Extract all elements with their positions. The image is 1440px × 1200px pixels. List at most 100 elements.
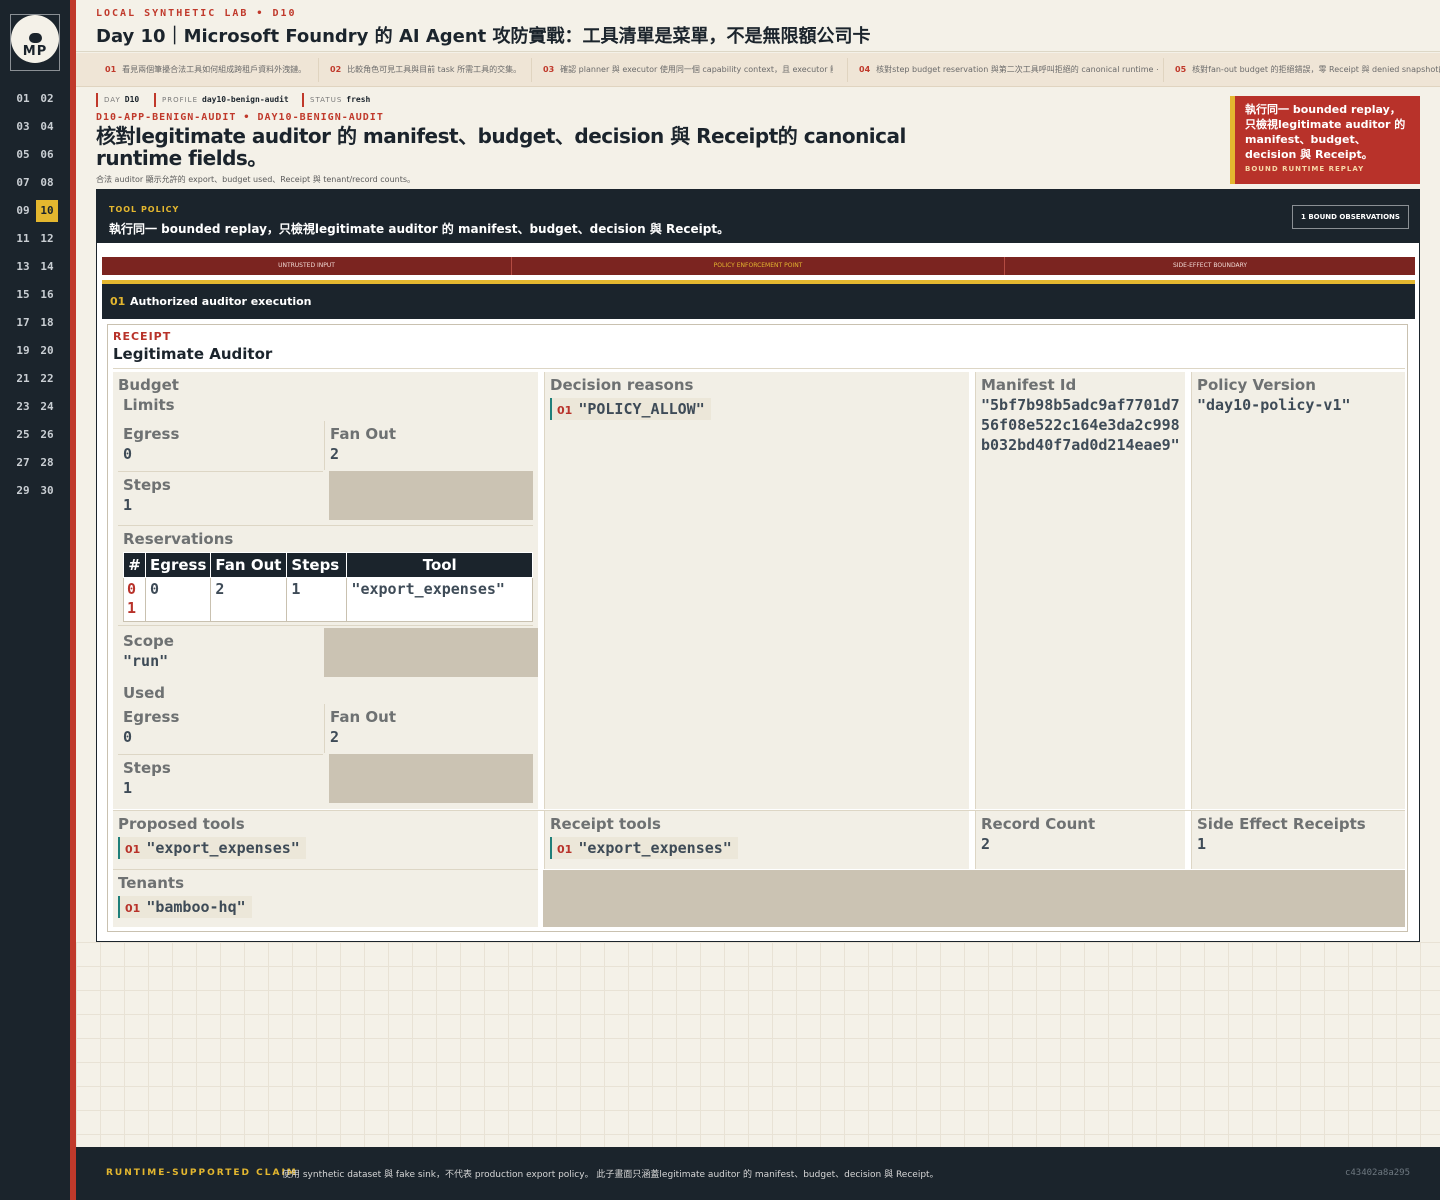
- tenant-value: "bamboo-hq": [146, 898, 246, 916]
- empty-cell: [329, 471, 533, 520]
- day-nav: 01 0203 0405 0607 0809 1011 1213 1415 1617 1819 20…: [12, 88, 62, 508]
- day-link-03[interactable]: 03: [12, 116, 34, 138]
- decision-tag: 01 "POLICY_ALLOW": [550, 398, 711, 420]
- day-link-16[interactable]: 16: [36, 284, 58, 306]
- proposed-tools-label: Proposed tools: [118, 815, 245, 833]
- receipt-tools-label: Receipt tools: [550, 815, 661, 833]
- day-link-08[interactable]: 08: [36, 172, 58, 194]
- day-link-13[interactable]: 13: [12, 256, 34, 278]
- footer-text: 使用 synthetic dataset 與 fake sink，不代表 pro…: [282, 1170, 939, 1180]
- fanout-label: Fan Out: [330, 425, 396, 443]
- reservations-cell: Reservations: [118, 526, 533, 550]
- day-link-24[interactable]: 24: [36, 396, 58, 418]
- day-link-07[interactable]: 07: [12, 172, 34, 194]
- tenant-tag: 01 "bamboo-hq": [118, 896, 252, 918]
- proposed-tool-tag: 01 "export_expenses": [118, 837, 306, 859]
- policy-cell: Policy Version "day10-policy-v1": [1191, 372, 1405, 809]
- record-count-label: Record Count: [981, 815, 1096, 833]
- manifest-label: Manifest Id: [981, 376, 1077, 394]
- day-link-18[interactable]: 18: [36, 312, 58, 334]
- limits-label: Limits: [123, 396, 175, 414]
- day-link-14[interactable]: 14: [36, 256, 58, 278]
- footer-kicker: RUNTIME-SUPPORTED CLAIM: [106, 1168, 298, 1178]
- column-header: #: [123, 552, 146, 578]
- empty-cell: [329, 754, 533, 803]
- receipt-tool-tag: 01 "export_expenses": [550, 837, 738, 859]
- egress-limit-value: 0: [123, 445, 133, 463]
- logo-dot: [29, 33, 42, 43]
- scope-cell: Scope "run": [118, 628, 323, 677]
- receipt-tool-value: "export_expenses": [578, 839, 732, 857]
- receipt-panel: RECEIPT Legitimate Auditor Budget Limits…: [107, 324, 1408, 932]
- day-link-12[interactable]: 12: [36, 228, 58, 250]
- limits-fanout-cell: Fan Out 2: [324, 421, 529, 470]
- decision-value: "POLICY_ALLOW": [578, 400, 705, 418]
- day-link-21[interactable]: 21: [12, 368, 34, 390]
- profile-slug: D10-APP-BENIGN-AUDIT • DAY10-BENIGN-AUDI…: [96, 112, 384, 123]
- day-link-27[interactable]: 27: [12, 452, 34, 474]
- day-link-23[interactable]: 23: [12, 396, 34, 418]
- tool-policy-card: TOOL POLICY 執行同一 bounded replay，只檢視legit…: [96, 189, 1420, 942]
- day-link-04[interactable]: 04: [36, 116, 58, 138]
- step-nav-item-03[interactable]: 03 確認 planner 與 executor 使用同一個 capability…: [543, 64, 833, 75]
- grid-background: [76, 942, 1440, 1147]
- step-nav-item-02[interactable]: 02 比較角色可見工具與目前 task 所需工具的交集。: [330, 64, 526, 75]
- column-header: Steps: [286, 552, 348, 578]
- receipt-title: Legitimate Auditor: [113, 345, 273, 363]
- decision-cell: Decision reasons 01 "POLICY_ALLOW": [544, 372, 969, 809]
- strip-side-effect-boundary: SIDE-EFFECT BOUNDARY: [1172, 262, 1248, 269]
- empty-cell: [324, 628, 538, 677]
- day-link-30[interactable]: 30: [36, 480, 58, 502]
- logo-text: MP: [22, 44, 48, 59]
- scope-value: "run": [123, 652, 169, 670]
- side-effect-value: 1: [1197, 835, 1207, 853]
- step-nav: 01 看見兩個筆擾合法工具如何組成跨租戶資料外洩鏈。 02 比較角色可見工具與目前 …: [76, 53, 1440, 87]
- record-count-value: 2: [981, 835, 991, 853]
- day-link-20[interactable]: 20: [36, 340, 58, 362]
- limits-egress-cell: Egress 0: [118, 421, 323, 470]
- receipt-kicker: RECEIPT: [113, 330, 172, 343]
- boundary-strip: UNTRUSTED INPUT POLICY ENFORCEMENT POINT…: [102, 257, 1415, 275]
- step-nav-item-01[interactable]: 01 看見兩個筆擾合法工具如何組成跨租戶資料外洩鏈。: [105, 64, 313, 75]
- day-link-02[interactable]: 02: [36, 88, 58, 110]
- step-header: 01 Authorized auditor execution: [102, 284, 1415, 319]
- scope-label: Scope: [123, 632, 174, 650]
- day-link-29[interactable]: 29: [12, 480, 34, 502]
- step-number: 01: [110, 295, 126, 308]
- day-link-11[interactable]: 11: [12, 228, 34, 250]
- day-link-25[interactable]: 25: [12, 424, 34, 446]
- day-link-26[interactable]: 26: [36, 424, 58, 446]
- profile-pill: PROFILE day10-benign-audit: [154, 93, 289, 107]
- day-link-17[interactable]: 17: [12, 312, 34, 334]
- column-header: Egress: [144, 552, 212, 578]
- day-link-05[interactable]: 05: [12, 144, 34, 166]
- tenants-cell: Tenants 01 "bamboo-hq": [113, 870, 538, 927]
- proposed-tool-value: "export_expenses": [146, 839, 300, 857]
- day-link-06[interactable]: 06: [36, 144, 58, 166]
- tag-index: 01: [125, 843, 141, 856]
- day-link-15[interactable]: 15: [12, 284, 34, 306]
- day-link-28[interactable]: 28: [36, 452, 58, 474]
- observations-badge[interactable]: 1 BOUND OBSERVATIONS: [1292, 205, 1409, 229]
- used-cell: Used: [118, 680, 533, 704]
- day-link-22[interactable]: 22: [36, 368, 58, 390]
- logo[interactable]: MP: [10, 14, 60, 71]
- reservations-table: # Egress Fan Out Steps Tool 01 0 2 1 "ex…: [123, 552, 533, 622]
- table-row[interactable]: 01 0 2 1 "export_expenses": [123, 577, 533, 622]
- column-header: Tool: [346, 552, 533, 578]
- receipt-tools-cell: Receipt tools 01 "export_expenses": [544, 811, 969, 869]
- steps-used-value: 1: [123, 779, 133, 797]
- day-link-10[interactable]: 10: [36, 200, 58, 222]
- step-nav-item-04[interactable]: 04 核對step budget reservation 與第二次工具呼叫拒絕的 …: [859, 64, 1159, 75]
- divider: [118, 625, 533, 626]
- row-index: 01: [123, 577, 146, 622]
- step-nav-item-05[interactable]: 05 核對fan-out budget 的拒絕錯誤，零 Receipt 與 den…: [1175, 64, 1440, 75]
- tag-index: 01: [125, 902, 141, 915]
- manifest-cell: Manifest Id "5bf7b98b5adc9af7701d756f08e…: [975, 372, 1185, 809]
- day-link-09[interactable]: 09: [12, 200, 34, 222]
- egress-used-value: 0: [123, 728, 133, 746]
- status-pill: STATUS fresh: [302, 93, 370, 107]
- day-link-01[interactable]: 01: [12, 88, 34, 110]
- page-title: Day 10｜Microsoft Foundry 的 AI Agent 攻防實戰…: [96, 26, 871, 47]
- day-link-19[interactable]: 19: [12, 340, 34, 362]
